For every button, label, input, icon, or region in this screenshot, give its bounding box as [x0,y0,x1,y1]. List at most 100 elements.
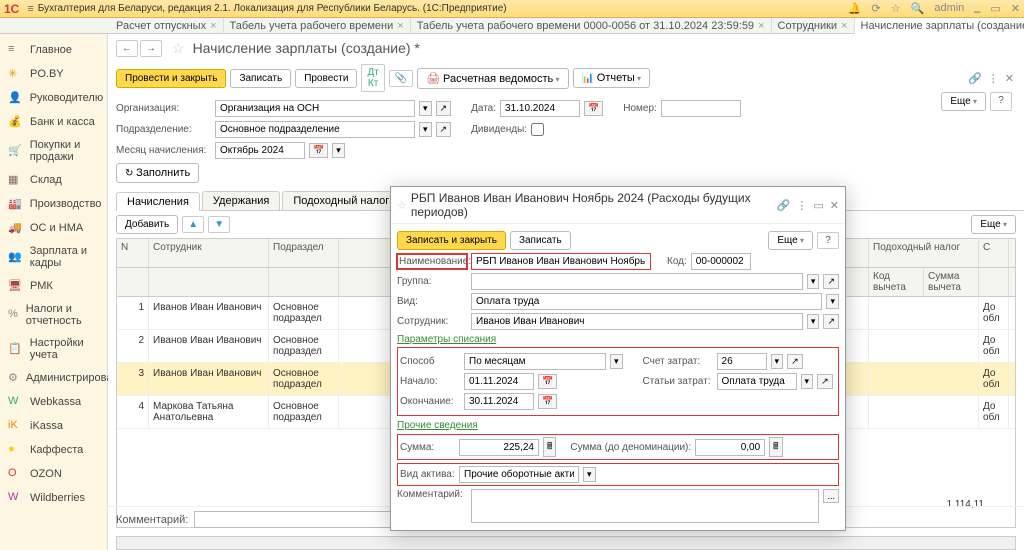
doc-tab[interactable]: Табель учета рабочего времени 0000-0056 … [411,18,772,34]
method-pick[interactable]: ▾ [610,354,623,369]
sumold-calc-icon[interactable]: 🖩 [769,437,782,457]
dialog-more-icon[interactable]: ⋮ [796,199,807,212]
group-open[interactable]: ↗ [823,274,839,289]
acc-input[interactable] [717,353,767,370]
sidebar-item[interactable]: OOZON [0,462,107,486]
sum-input[interactable] [459,439,539,456]
move-down-button[interactable]: ▼ [208,216,230,233]
sidebar-item[interactable]: ✳PO.BY [0,62,107,86]
search-icon[interactable]: 🔍 [911,2,925,15]
sum-calc-icon[interactable]: 🖩 [543,437,556,457]
help-button[interactable]: ? [990,92,1012,111]
doc-close-icon[interactable]: ✕ [1005,72,1014,85]
sidebar-item[interactable]: iKiKassa [0,414,107,438]
sumold-input[interactable] [695,439,765,456]
sidebar-item[interactable]: 🖥РМК [0,274,107,298]
print-button[interactable]: 🖨 Расчетная ведомость [417,68,568,89]
emp-open[interactable]: ↗ [823,314,839,329]
doc-tab[interactable]: Табель учета рабочего времени× [224,18,411,34]
sidebar-item[interactable]: WWildberries [0,486,107,510]
acc-open[interactable]: ↗ [787,354,803,369]
sidebar-item[interactable]: 🛒Покупки и продажи [0,134,107,168]
acc-pick[interactable]: ▾ [771,354,784,369]
minimize-icon[interactable]: ‗ [974,2,980,15]
asset-input[interactable] [459,466,579,483]
group-input[interactable] [471,273,803,290]
emp-pick[interactable]: ▾ [807,314,820,329]
add-row-button[interactable]: Добавить [116,215,178,234]
tab-deductions[interactable]: Удержания [202,191,280,210]
sidebar-item[interactable]: 💰Банк и касса [0,110,107,134]
fill-button[interactable]: ↻ Заполнить [116,163,199,183]
num-input[interactable] [661,100,741,117]
item-pick[interactable]: ▾ [801,374,814,389]
month-input[interactable] [215,142,305,159]
dialog-link-icon[interactable]: 🔗 [777,199,791,212]
post-close-button[interactable]: Провести и закрыть [116,69,226,88]
name-input[interactable] [471,253,651,270]
tab-close-icon[interactable]: × [397,20,403,32]
emp-input[interactable] [471,313,803,330]
tab-tax[interactable]: Подоходный налог [282,191,400,210]
div-checkbox[interactable] [531,123,544,136]
back-button[interactable]: ← [116,40,138,57]
tab-close-icon[interactable]: × [758,20,764,32]
more-button[interactable]: Еще [941,92,986,111]
dialog-close-icon[interactable]: ✕ [830,199,839,212]
month-spin[interactable]: ▾ [332,143,345,158]
doc-tab[interactable]: Начисление зарплаты (создание) *× [855,18,1024,34]
group-pick[interactable]: ▾ [807,274,820,289]
sidebar-item[interactable]: ≡Главное [0,38,107,62]
comment-input[interactable] [194,511,394,528]
doc-tab[interactable]: Сотрудники× [772,18,855,34]
type-input[interactable] [471,293,822,310]
dialog-save-close-button[interactable]: Записать и закрыть [397,231,506,250]
sidebar-item[interactable]: %Налоги и отчетность [0,298,107,332]
tab-close-icon[interactable]: × [841,20,847,32]
org-pick[interactable]: ▾ [419,101,432,116]
sidebar-item[interactable]: 🏭Производство [0,192,107,216]
link-icon[interactable]: 🔗 [968,72,982,85]
table-more-button[interactable]: Еще [971,215,1016,234]
code-input[interactable] [691,253,751,270]
doc-tab[interactable]: Расчет отпускных× [110,18,224,34]
item-input[interactable] [717,373,797,390]
reports-button[interactable]: 📊 Отчеты [573,68,651,88]
dialog-star-icon[interactable]: ☆ [397,199,407,212]
month-cal-icon[interactable]: 📅 [309,143,328,158]
date-input[interactable] [500,100,580,117]
debitcredit-icon[interactable]: ДтКт [361,64,384,92]
asset-pick[interactable]: ▾ [583,467,596,482]
move-up-button[interactable]: ▲ [182,216,204,233]
org-input[interactable] [215,100,415,117]
bell-icon[interactable]: 🔔 [848,2,862,15]
sidebar-item[interactable]: 📋Настройки учета [0,332,107,366]
type-pick[interactable]: ▾ [826,294,839,309]
sidebar-item[interactable]: ⚙Администрирование [0,366,107,390]
org-open[interactable]: ↗ [436,101,452,116]
tab-close-icon[interactable]: × [210,20,216,32]
star-icon[interactable]: ☆ [891,2,901,15]
sidebar-item[interactable]: WWebkassa [0,390,107,414]
horizontal-scrollbar[interactable] [116,536,1016,550]
doc-action-icon[interactable]: ⋮ [988,72,999,85]
attach-icon[interactable]: 📎 [389,70,413,87]
forward-button[interactable]: → [140,40,162,57]
sidebar-item[interactable]: 👤Руководителю [0,86,107,110]
close-icon[interactable]: ✕ [1011,2,1020,15]
dialog-write-button[interactable]: Записать [510,231,571,250]
dialog-help-button[interactable]: ? [817,232,839,249]
dep-pick[interactable]: ▾ [419,122,432,137]
dialog-restore-icon[interactable]: ▭ [813,199,823,212]
save-button[interactable]: Записать [230,69,291,88]
date-cal-icon[interactable]: 📅 [584,101,603,116]
restore-icon[interactable]: ▭ [990,2,1000,15]
menu-icon[interactable]: ≡ [27,3,33,15]
comm-pick[interactable]: ... [823,489,839,503]
method-input[interactable] [464,353,606,370]
favorite-icon[interactable]: ☆ [172,40,185,57]
start-cal-icon[interactable]: 📅 [538,374,557,389]
item-open[interactable]: ↗ [817,374,833,389]
tab-accruals[interactable]: Начисления [116,192,200,211]
end-cal-icon[interactable]: 📅 [538,394,557,409]
